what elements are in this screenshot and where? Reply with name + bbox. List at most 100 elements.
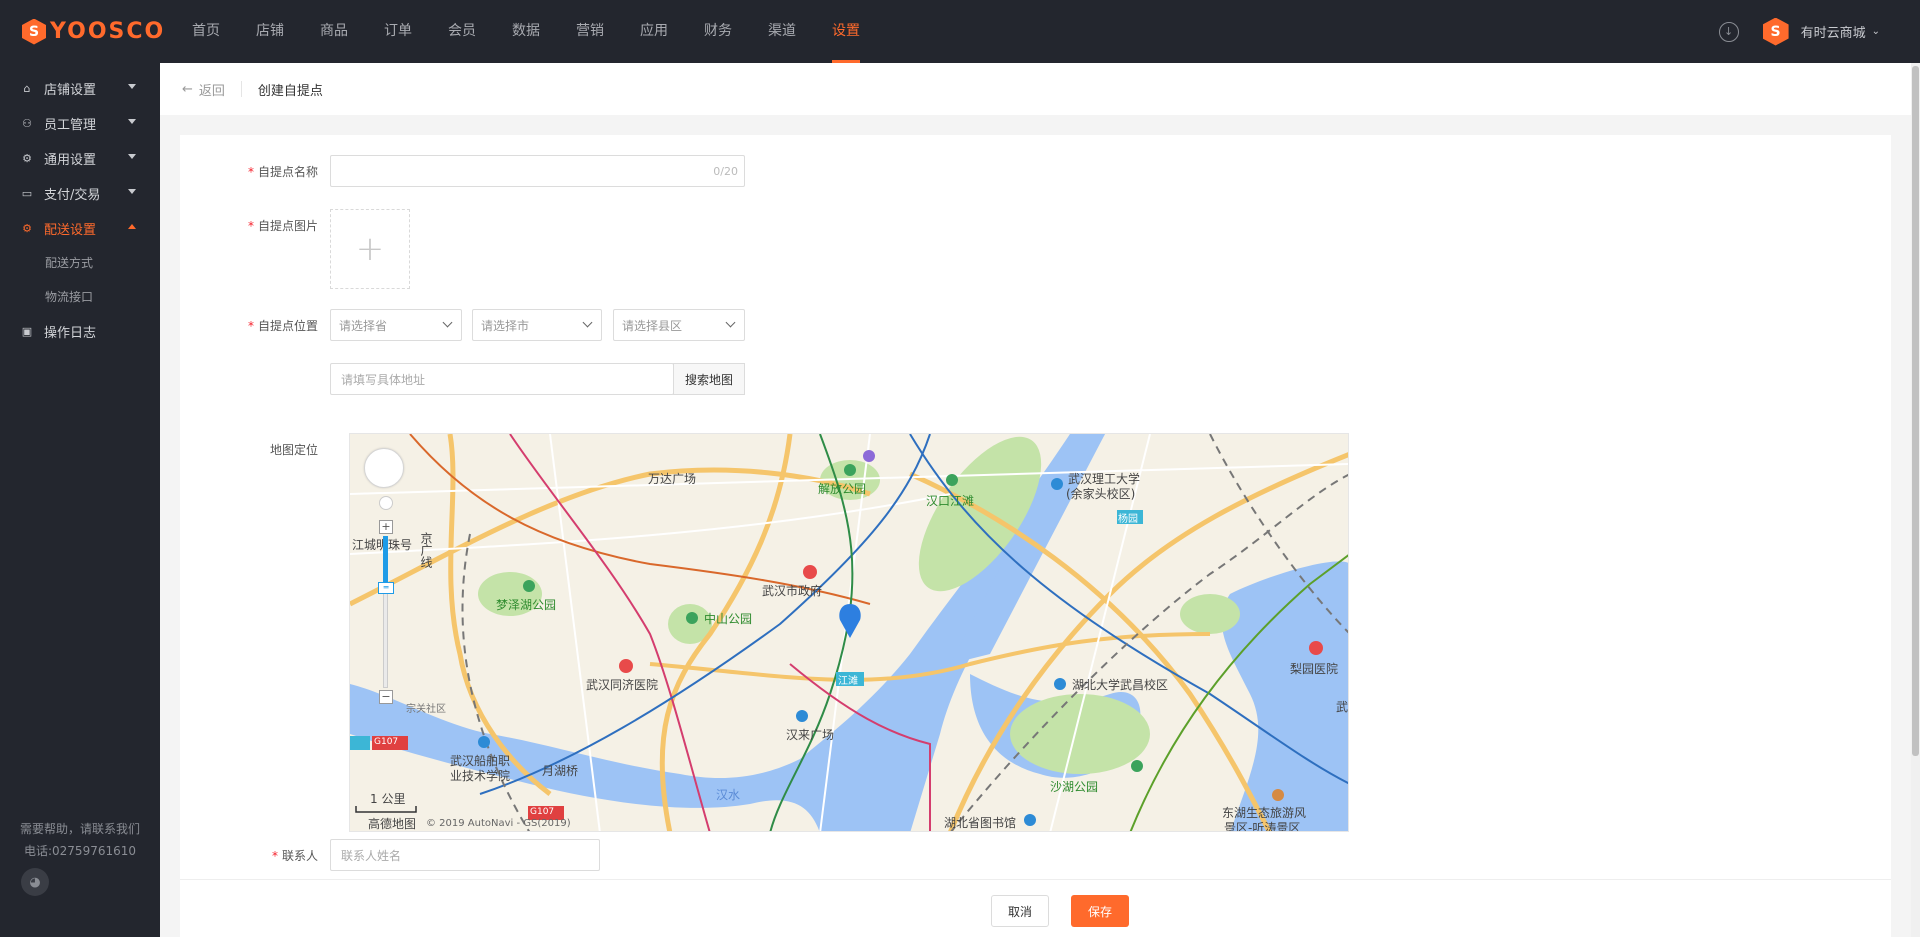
save-button[interactable]: 保存 — [1071, 895, 1129, 927]
required-mark: * — [247, 319, 254, 333]
chevron-down-icon — [725, 317, 736, 328]
plus-icon: + — [355, 229, 385, 269]
search-map-button[interactable]: 搜索地图 — [673, 363, 745, 395]
image-label-text: 自提点图片 — [257, 219, 318, 233]
nav-store[interactable]: 店铺 — [256, 0, 284, 63]
nav-data[interactable]: 数据 — [512, 0, 540, 63]
map-label-yuehu: 月湖桥 — [542, 764, 579, 778]
brand-logo[interactable]: S YOOSCO — [22, 18, 192, 45]
nav-channels[interactable]: 渠道 — [768, 0, 796, 63]
pickup-name-input[interactable]: 0/20 — [330, 155, 745, 187]
caret-down-icon — [128, 189, 136, 194]
map-label-wanda: 万达广场 — [648, 472, 697, 486]
back-button[interactable]: ← 返回 — [182, 80, 225, 99]
nav-apps[interactable]: 应用 — [640, 0, 668, 63]
char-count: 0/20 — [713, 164, 738, 178]
logo-hex-icon: S — [22, 18, 46, 45]
sidebar-subitem-delivery-methods[interactable]: 配送方式 — [0, 246, 160, 280]
map-label-library: 湖北省图书馆 — [944, 816, 1017, 830]
sidebar-item-general[interactable]: ⚙ 通用设置 — [0, 141, 160, 176]
map-label-jiangtan: 江滩 — [838, 676, 858, 687]
map-copyright: © 2019 AutoNavi - GS(2019) — [426, 818, 571, 829]
cancel-button[interactable]: 取消 — [991, 895, 1049, 927]
map-label-hanlai: 汉来广场 — [786, 728, 835, 742]
name-label-text: 自提点名称 — [257, 165, 318, 179]
help-contact: 需要帮助，请联系我们 电话:02759761610 — [0, 818, 160, 862]
address-placeholder: 请填写具体地址 — [341, 372, 426, 387]
city-select[interactable]: 请选择市 — [472, 309, 602, 341]
log-icon: ▣ — [21, 325, 33, 338]
map-label-govt: 武汉市政府 — [762, 584, 823, 598]
top-bar: S YOOSCO 首页 店铺 商品 订单 会员 数据 营销 应用 财务 渠道 设… — [0, 0, 1920, 63]
store-icon: ⌂ — [23, 82, 31, 95]
sidebar-item-payment[interactable]: ▭ 支付/交易 — [0, 176, 160, 211]
main-content: ← 返回 创建自提点 * 自提点名称 0/20 * 自提点图片 + * 自提点位置 请… — [160, 63, 1911, 937]
logo-text: YOOSCO — [50, 19, 166, 44]
nav-marketing[interactable]: 营销 — [576, 0, 604, 63]
map-label-liyuan: 梨园医院 — [1290, 662, 1339, 676]
footer-bar: 取消 保存 — [180, 879, 1891, 937]
breadcrumb-divider — [240, 81, 242, 97]
sidebar-item-store-settings[interactable]: ⌂ 店铺设置 — [0, 71, 160, 106]
map-label-whut-sub: (余家头校区) — [1066, 487, 1136, 501]
sidebar-subitem-logistics-api[interactable]: 物流接口 — [0, 280, 160, 314]
district-select[interactable]: 请选择县区 — [613, 309, 745, 341]
form-card: * 自提点名称 0/20 * 自提点图片 + * 自提点位置 请选择省 请选择市 请选… — [180, 135, 1891, 937]
gear-icon: ⚙ — [22, 152, 32, 165]
caret-down-icon — [128, 154, 136, 159]
map-label-chuanbo-2: 业技术学院 — [450, 769, 511, 783]
download-icon[interactable]: ↓ — [1718, 21, 1739, 42]
map-label-shahu: 沙湖公园 — [1050, 780, 1099, 794]
map-locate-control[interactable] — [379, 496, 393, 510]
page-title: 创建自提点 — [257, 83, 323, 99]
map-view[interactable]: 万达广场 解放公园 汉口江滩 武汉理工大学 (余家头校区) 杨园 江城明珠号 京… — [349, 433, 1349, 832]
sidebar-item-label: 操作日志 — [44, 326, 97, 341]
map-label-tongji: 武汉同济医院 — [586, 678, 659, 692]
staff-icon: ⚇ — [22, 117, 32, 130]
nav-orders[interactable]: 订单 — [384, 0, 412, 63]
help-text: 需要帮助，请联系我们 — [19, 822, 140, 836]
arrow-left-icon: ← — [182, 81, 193, 97]
map-label-g107-2: G107 — [530, 807, 555, 817]
zoom-slider-knob[interactable]: ═ — [378, 582, 394, 594]
map-pan-control[interactable] — [364, 448, 404, 488]
map-label-hubu: 湖北大学武昌校区 — [1072, 678, 1169, 692]
province-placeholder: 请选择省 — [339, 318, 388, 333]
qq-chat-icon[interactable]: ◕ — [21, 868, 49, 896]
caret-down-icon — [128, 119, 136, 124]
location-label-text: 自提点位置 — [257, 319, 318, 333]
nav-finance[interactable]: 财务 — [704, 0, 732, 63]
zoom-out-button[interactable]: − — [379, 690, 393, 704]
sidebar-item-operation-log[interactable]: ▣ 操作日志 — [0, 314, 160, 349]
province-select[interactable]: 请选择省 — [330, 309, 462, 341]
nav-settings[interactable]: 设置 — [832, 0, 860, 63]
sidebar-item-label: 店铺设置 — [44, 83, 97, 98]
sidebar-item-staff[interactable]: ⚇ 员工管理 — [0, 106, 160, 141]
zoom-in-button[interactable]: + — [379, 520, 393, 534]
map-scale-label: 1 公里 — [370, 792, 406, 806]
map-label-zhongshan: 中山公园 — [704, 612, 753, 626]
chevron-down-icon — [582, 317, 593, 328]
image-upload[interactable]: + — [330, 209, 410, 289]
store-name[interactable]: 有时云商城 — [1801, 22, 1866, 41]
sidebar-item-delivery[interactable]: ⚙ 配送设置 — [0, 211, 160, 246]
image-label: * 自提点图片 — [208, 217, 318, 234]
top-right: ↓ S 有时云商城 ⌄ — [1718, 0, 1880, 63]
map-label-mengze: 梦泽湖公园 — [496, 598, 557, 612]
store-avatar-icon[interactable]: S — [1762, 17, 1789, 46]
location-label: * 自提点位置 — [208, 317, 318, 334]
chevron-down-icon[interactable]: ⌄ — [1872, 26, 1880, 37]
address-input[interactable]: 请填写具体地址 — [330, 363, 674, 395]
nav-products[interactable]: 商品 — [320, 0, 348, 63]
page-scrollbar-thumb[interactable] — [1912, 66, 1919, 756]
nav-home[interactable]: 首页 — [192, 0, 220, 63]
nav-members[interactable]: 会员 — [448, 0, 476, 63]
contact-name-input[interactable]: 联系人姓名 — [330, 839, 600, 871]
map-label-jiangcheng: 江城明珠号 — [352, 538, 413, 552]
sidebar: ⌂ 店铺设置 ⚇ 员工管理 ⚙ 通用设置 ▭ 支付/交易 ⚙ 配送设置 配送方式… — [0, 63, 160, 937]
contact-label: * 联系人 — [208, 847, 318, 864]
gear-icon: ⚙ — [22, 222, 32, 235]
contact-label-text: 联系人 — [281, 849, 318, 863]
map-label-yangyuan: 杨园 — [1118, 514, 1138, 525]
map-label: 地图定位 — [269, 443, 318, 457]
